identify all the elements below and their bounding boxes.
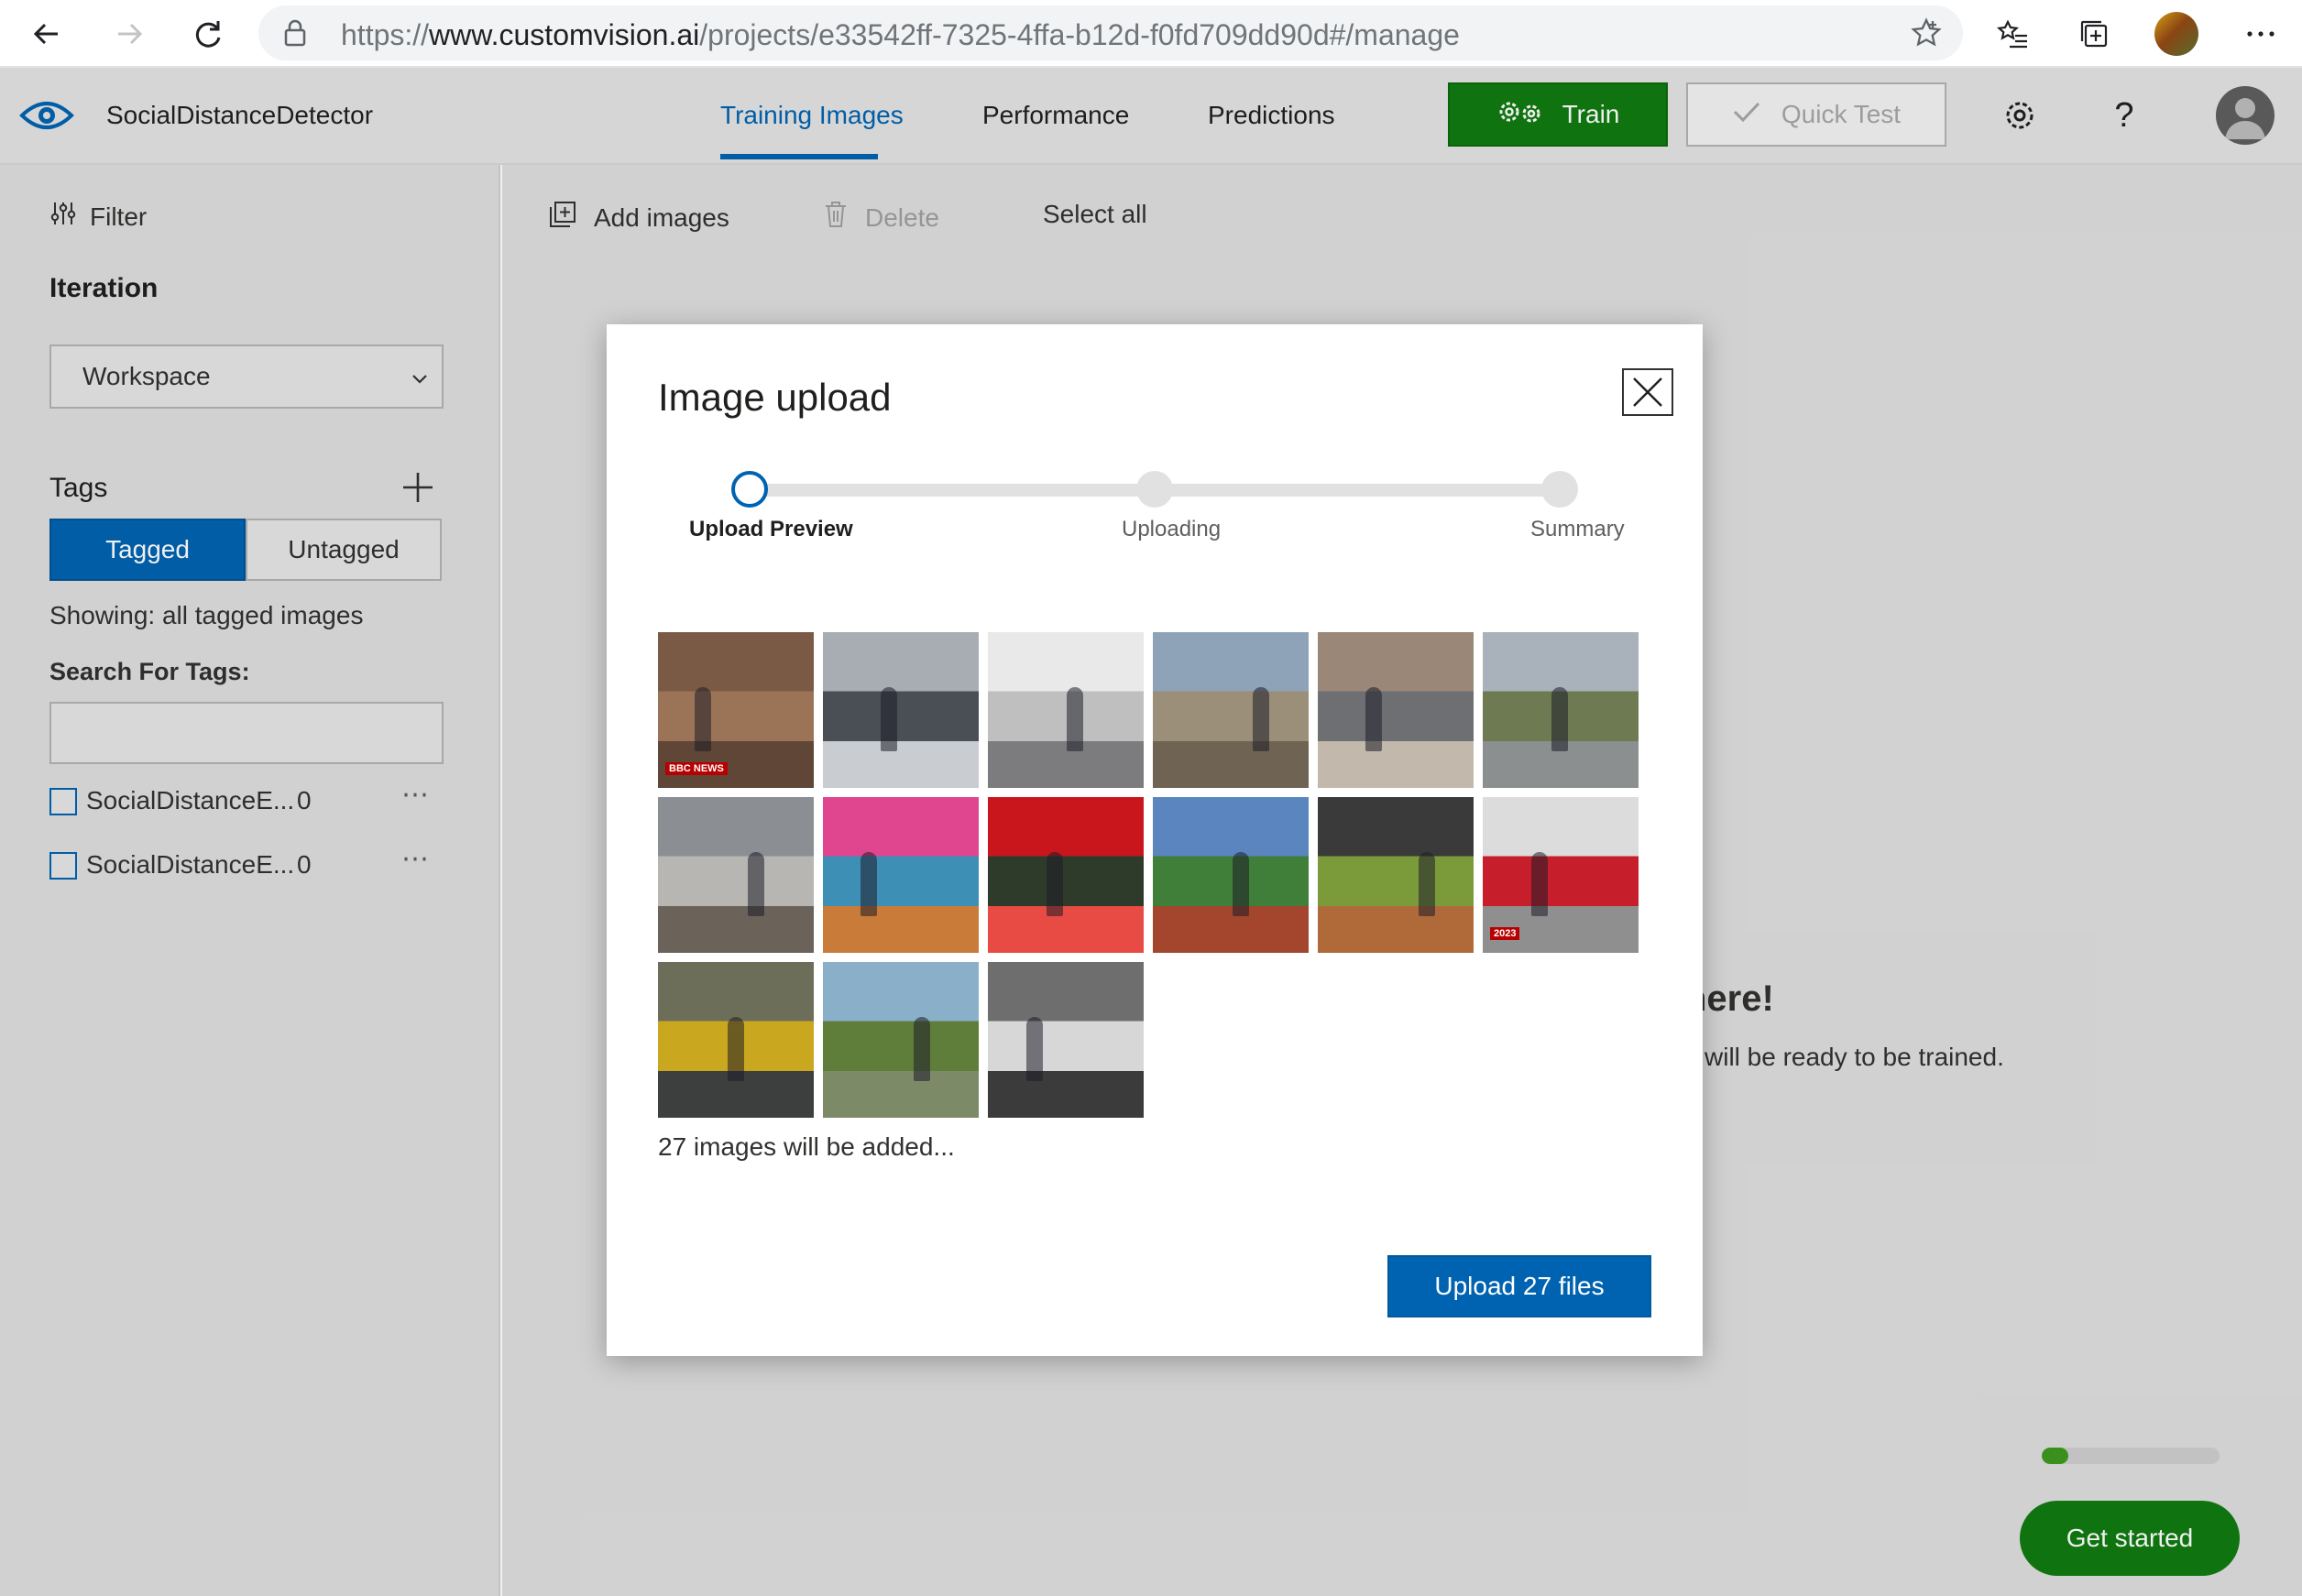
address-bar[interactable]: https://www.customvision.ai/projects/e33… xyxy=(258,5,1963,60)
address-url: https://www.customvision.ai/projects/e33… xyxy=(341,18,1460,52)
back-arrow-icon[interactable] xyxy=(22,9,71,59)
step-dot-summary xyxy=(1541,471,1578,508)
browser-toolbar: https://www.customvision.ai/projects/e33… xyxy=(0,0,2302,68)
thumb-grocery-store xyxy=(1318,797,1474,953)
url-host: www.customvision.ai xyxy=(429,18,700,51)
thumb-park-walker xyxy=(658,797,814,953)
thumb-suburb-street xyxy=(1483,632,1639,788)
image-upload-dialog: Image upload Upload Preview Uploading Su… xyxy=(607,324,1703,1356)
thumb-figure xyxy=(748,852,764,916)
thumb-storefront-line xyxy=(988,632,1144,788)
thumb-figure xyxy=(1531,852,1548,916)
thumb-badge: BBC NEWS xyxy=(665,762,728,775)
thumb-park-exercise xyxy=(823,962,979,1118)
lock-icon xyxy=(282,18,308,52)
step-dot-uploading xyxy=(1136,471,1173,508)
thumb-figure xyxy=(1047,852,1063,916)
more-options-icon[interactable] xyxy=(2236,9,2286,59)
favorite-star-icon[interactable] xyxy=(1910,16,1943,54)
thumb-figure xyxy=(695,687,711,751)
step-label-upload-preview: Upload Preview xyxy=(689,517,853,541)
collections-icon[interactable] xyxy=(2069,9,2119,59)
thumb-figure xyxy=(1419,852,1435,916)
url-scheme: https:// xyxy=(341,18,430,51)
thumb-figure xyxy=(1551,687,1568,751)
images-count-text: 27 images will be added... xyxy=(658,1132,955,1161)
thumb-figure xyxy=(881,687,897,751)
step-label-uploading: Uploading xyxy=(1122,517,1222,541)
thumb-tv-studio xyxy=(823,797,979,953)
thumb-red-jersey: 2023 xyxy=(1483,797,1639,953)
thumb-sports-field xyxy=(1153,797,1309,953)
close-icon[interactable] xyxy=(1622,368,1673,416)
thumb-figure xyxy=(1253,687,1269,751)
thumb-badge: 2023 xyxy=(1490,927,1520,940)
refresh-icon[interactable] xyxy=(183,9,233,59)
thumb-figure xyxy=(1067,687,1083,751)
step-dot-upload-preview xyxy=(731,471,768,508)
step-label-summary: Summary xyxy=(1530,517,1625,541)
upload-files-button[interactable]: Upload 27 files xyxy=(1387,1255,1651,1317)
thumb-figure xyxy=(1233,852,1249,916)
thumb-figure xyxy=(914,1017,930,1081)
thumb-crosswalk xyxy=(988,962,1144,1118)
thumb-store-queue xyxy=(823,632,979,788)
forward-arrow-icon[interactable] xyxy=(104,9,154,59)
thumb-figure xyxy=(1365,687,1382,751)
favorites-list-icon[interactable] xyxy=(1989,9,2038,59)
thumb-strawberries xyxy=(988,797,1144,953)
thumb-figure xyxy=(861,852,877,916)
thumb-road-cones xyxy=(658,962,814,1118)
thumb-figure xyxy=(728,1017,744,1081)
thumb-man-outdoors xyxy=(1153,632,1309,788)
url-path: /projects/e33542ff-7325-4ffa-b12d-f0fd70… xyxy=(699,18,1460,51)
thumb-woman-cart xyxy=(1318,632,1474,788)
profile-icon[interactable] xyxy=(2152,9,2201,59)
thumb-brick-wall-bench: BBC NEWS xyxy=(658,632,814,788)
thumb-figure xyxy=(1026,1017,1043,1081)
dialog-title: Image upload xyxy=(658,376,892,419)
